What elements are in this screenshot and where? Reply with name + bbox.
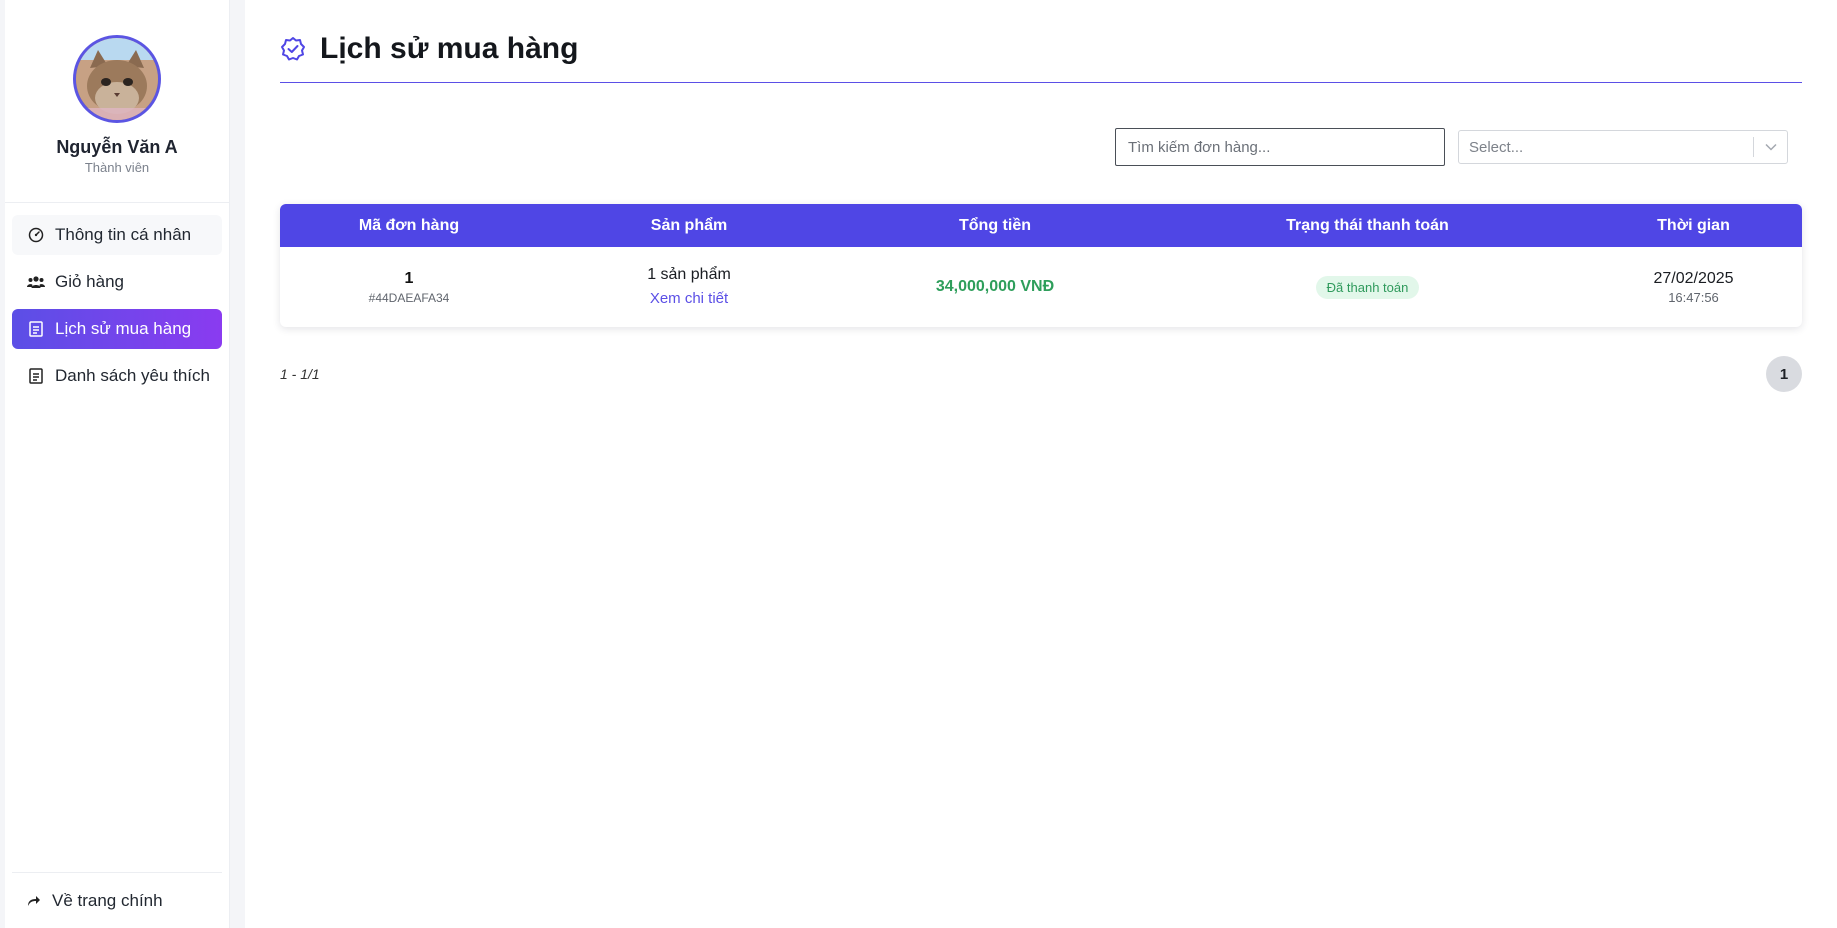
table-header: Mã đơn hàng Sản phẩm Tổng tiền Trạng thá… xyxy=(280,204,1802,247)
column-header-time: Thời gian xyxy=(1657,216,1730,234)
sidebar-item-label: Lịch sử mua hàng xyxy=(55,319,192,338)
column-header-total: Tổng tiền xyxy=(959,216,1031,234)
status-filter-select[interactable]: Select... xyxy=(1458,130,1788,164)
product-count: 1 sản phẩm xyxy=(647,266,731,283)
header-divider xyxy=(280,82,1802,83)
order-search-input[interactable] xyxy=(1115,128,1445,166)
select-placeholder: Select... xyxy=(1469,138,1524,156)
page-title: Lịch sử mua hàng xyxy=(320,32,579,65)
users-group-icon xyxy=(27,273,45,291)
order-date: 27/02/2025 xyxy=(1653,269,1734,287)
page-header: Lịch sử mua hàng xyxy=(280,32,578,66)
order-id-cell: 1 #44DAEAFA34 xyxy=(280,270,538,305)
main-content: Lịch sử mua hàng Select... Mã đơn hàng S… xyxy=(245,0,1837,928)
status-badge: Đã thanh toán xyxy=(1315,275,1420,299)
total-cell: 34,000,000 VNĐ xyxy=(840,278,1150,296)
sidebar-item-label: Danh sách yêu thích xyxy=(55,366,210,385)
sidebar: Nguyễn Văn A Thành viên Thông tin cá nhâ… xyxy=(5,0,230,928)
avatar[interactable] xyxy=(73,35,161,123)
column-header-payment-status: Trạng thái thanh toán xyxy=(1286,216,1449,234)
document-icon xyxy=(27,320,45,338)
order-code: #44DAEAFA34 xyxy=(368,290,450,305)
sidebar-item-profile[interactable]: Thông tin cá nhân xyxy=(12,215,222,255)
back-to-home-link[interactable]: Về trang chính xyxy=(12,872,222,928)
column-header-order-id: Mã đơn hàng xyxy=(358,216,460,234)
products-cell: 1 sản phẩm Xem chi tiết xyxy=(538,266,840,308)
profile-section: Nguyễn Văn A Thành viên xyxy=(5,0,229,203)
share-arrow-icon xyxy=(27,893,43,909)
order-time: 16:47:56 xyxy=(1668,289,1719,305)
dashboard-gauge-icon xyxy=(27,226,45,244)
badge-check-icon xyxy=(280,36,306,62)
back-to-home-label: Về trang chính xyxy=(52,890,163,910)
sidebar-menu: Thông tin cá nhân Giỏ hàng Lịch sử mua h… xyxy=(5,203,229,396)
user-role: Thành viên xyxy=(84,160,150,175)
page-button-current[interactable]: 1 xyxy=(1766,356,1802,392)
orders-table: Mã đơn hàng Sản phẩm Tổng tiền Trạng thá… xyxy=(280,204,1802,327)
column-header-products: Sản phẩm xyxy=(650,216,728,234)
view-details-link[interactable]: Xem chi tiết xyxy=(650,290,728,307)
table-row: 1 #44DAEAFA34 1 sản phẩm Xem chi tiết 34… xyxy=(280,247,1802,327)
sidebar-item-cart[interactable]: Giỏ hàng xyxy=(12,262,222,302)
payment-status-cell: Đã thanh toán xyxy=(1150,275,1585,299)
user-name: Nguyễn Văn A xyxy=(56,137,178,157)
document-icon xyxy=(27,367,45,385)
sidebar-item-label: Giỏ hàng xyxy=(55,272,124,291)
order-number: 1 xyxy=(404,269,414,287)
order-total: 34,000,000 VNĐ xyxy=(935,278,1055,295)
sidebar-item-purchase-history[interactable]: Lịch sử mua hàng xyxy=(12,309,222,349)
pagination-range: 1 - 1/1 xyxy=(280,366,320,382)
sidebar-item-wishlist[interactable]: Danh sách yêu thích xyxy=(12,356,222,396)
sidebar-item-label: Thông tin cá nhân xyxy=(55,225,192,244)
time-cell: 27/02/2025 16:47:56 xyxy=(1585,270,1802,305)
chevron-down-icon[interactable] xyxy=(1754,143,1787,151)
